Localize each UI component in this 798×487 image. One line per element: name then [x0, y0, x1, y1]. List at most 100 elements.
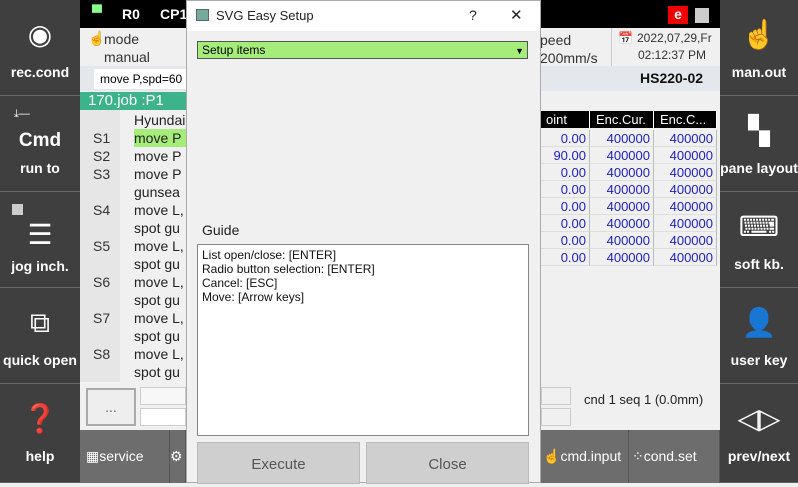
user-key-icon: 👤 [741, 307, 777, 338]
field [140, 408, 186, 426]
pane-layout-button[interactable]: ▚ pane layout [720, 96, 798, 192]
calendar-icon: 📅 [618, 31, 633, 45]
jog-inch-button[interactable]: ☰ jog inch. [0, 192, 80, 288]
sliders-icon: ☰ [27, 219, 53, 250]
rec-cond-button[interactable]: ◉ rec.cond [0, 0, 80, 96]
cnd-seq-label: cnd 1 seq 1 (0.0mm) [584, 392, 704, 407]
program-line[interactable]: spot gu [134, 219, 180, 237]
program-line[interactable]: move L, [134, 201, 184, 219]
table-cell: 0.00 [540, 198, 590, 215]
field [541, 408, 571, 426]
touch-icon: ☝ [543, 448, 561, 464]
model-label: HS220-02 [640, 70, 704, 86]
soft-kb-button[interactable]: ⌨ soft kb. [720, 192, 798, 288]
gear-icon: ⚙ [170, 448, 183, 464]
left-sidebar: ◉ rec.cond ⤓— Cmd run to ☰ jog inch. ⧉ quick … [0, 0, 80, 483]
program-line[interactable]: gunsea [134, 183, 180, 201]
program-line[interactable]: move L, [134, 345, 184, 363]
table-cell: 400000 [590, 215, 654, 232]
command-field: move P,spd=60 [94, 69, 186, 89]
pendant-icon: ▀ [92, 4, 102, 20]
table-cell: 400000 [654, 232, 717, 249]
table-cell: 0.00 [540, 232, 590, 249]
man-out-button[interactable]: ☝ man.out [720, 0, 798, 96]
app-icon [196, 9, 209, 21]
field [541, 387, 571, 405]
table-cell: 400000 [590, 130, 654, 147]
keyboard-icon: ⌨ [738, 211, 780, 242]
dialog-titlebar: SVG Easy Setup ? ✕ [187, 1, 540, 31]
step-icon: ⤓— [14, 108, 30, 120]
error-badge[interactable]: e [668, 6, 688, 24]
prev-next-icon: ◁▷ [737, 403, 781, 434]
prev-next-button[interactable]: ◁▷ prev/next [720, 384, 798, 483]
table-cell: 400000 [654, 164, 717, 181]
mode-panel: ☝ mode manual [80, 28, 186, 66]
program-line[interactable]: spot gu [134, 363, 180, 381]
program-line[interactable]: move P [134, 147, 181, 165]
program-line[interactable]: move L, [134, 309, 184, 327]
line-number: S4 [93, 202, 111, 218]
table-cell: 0.00 [540, 181, 590, 198]
program-line[interactable]: spot gu [134, 327, 180, 345]
table-cell: 90.00 [540, 147, 590, 164]
help-button[interactable]: ❓ help [0, 384, 80, 483]
guide-label: Guide [202, 222, 240, 238]
close-icon[interactable]: ✕ [510, 6, 523, 24]
job-title: 170.job :P1 [80, 92, 200, 110]
line-number: S6 [93, 274, 111, 290]
setup-items-dropdown[interactable]: Setup items ▼ [197, 41, 528, 59]
program-line[interactable]: move P [134, 165, 181, 183]
table-cell: 400000 [654, 249, 717, 266]
speed-panel: peed 200mm/s [540, 32, 598, 66]
hand-pointer-icon: ☝ [741, 19, 777, 50]
program-line[interactable]: spot gu [134, 255, 180, 273]
field [140, 387, 186, 405]
svg-easy-setup-dialog: SVG Easy Setup ? ✕ Setup items ▼ Guide L… [186, 0, 541, 484]
table-cell: 0.00 [540, 164, 590, 181]
settings-button[interactable]: ⚙ [170, 430, 186, 483]
close-button[interactable]: Close [366, 442, 529, 484]
more-button[interactable]: ... [86, 388, 136, 426]
service-button[interactable]: ▦service [80, 430, 170, 483]
table-cell: 0.00 [540, 215, 590, 232]
table-cell: 400000 [590, 232, 654, 249]
table-cell: 400000 [654, 198, 717, 215]
line-number: S8 [93, 346, 111, 362]
execute-button[interactable]: Execute [197, 442, 360, 484]
cmd-run-to-button[interactable]: ⤓— Cmd run to [0, 96, 80, 192]
cmd-input-button[interactable]: ☝cmd.input [541, 430, 629, 483]
circles-icon: ⁘ [632, 448, 644, 464]
record-circle-icon: ◉ [27, 19, 53, 50]
table-cell: 400000 [654, 147, 717, 164]
table-cell: 400000 [590, 181, 654, 198]
table-cell: 400000 [654, 215, 717, 232]
table-cell: 0.00 [540, 130, 590, 147]
help-icon[interactable]: ? [469, 7, 477, 23]
line-number: S3 [93, 166, 111, 182]
robot-label: R0 [122, 6, 140, 22]
table-cell: 400000 [654, 181, 717, 198]
datetime-panel: 📅 2022,07,29,Fr 02:12:37 PM [611, 28, 720, 66]
program-line[interactable]: spot gu [134, 291, 180, 309]
right-sidebar: ☝ man.out ▚ pane layout ⌨ soft kb. 👤 user ke… [720, 0, 798, 483]
table-cell: 0.00 [540, 249, 590, 266]
table-cell: 400000 [590, 147, 654, 164]
line-number: S1 [93, 130, 111, 146]
layout-icon: ▚ [748, 115, 770, 146]
table-cell: 400000 [590, 249, 654, 266]
program-line[interactable]: Hyundai [134, 111, 185, 129]
panel-icon [695, 8, 709, 23]
line-number: S2 [93, 148, 111, 164]
user-key-button[interactable]: 👤 user key [720, 288, 798, 384]
program-line[interactable]: move L, [134, 237, 184, 255]
program-line[interactable]: move P [134, 129, 186, 147]
line-number: S5 [93, 238, 111, 254]
chevron-down-icon: ▼ [515, 46, 524, 56]
program-line[interactable]: move L, [134, 273, 184, 291]
col-header-enc-cur: Enc.Cur. [590, 111, 654, 128]
cond-set-button[interactable]: ⁘cond.set [629, 430, 720, 483]
quick-open-button[interactable]: ⧉ quick open [0, 288, 80, 384]
table-cell: 400000 [654, 130, 717, 147]
col-header-enc-c: Enc.C... [654, 111, 717, 128]
